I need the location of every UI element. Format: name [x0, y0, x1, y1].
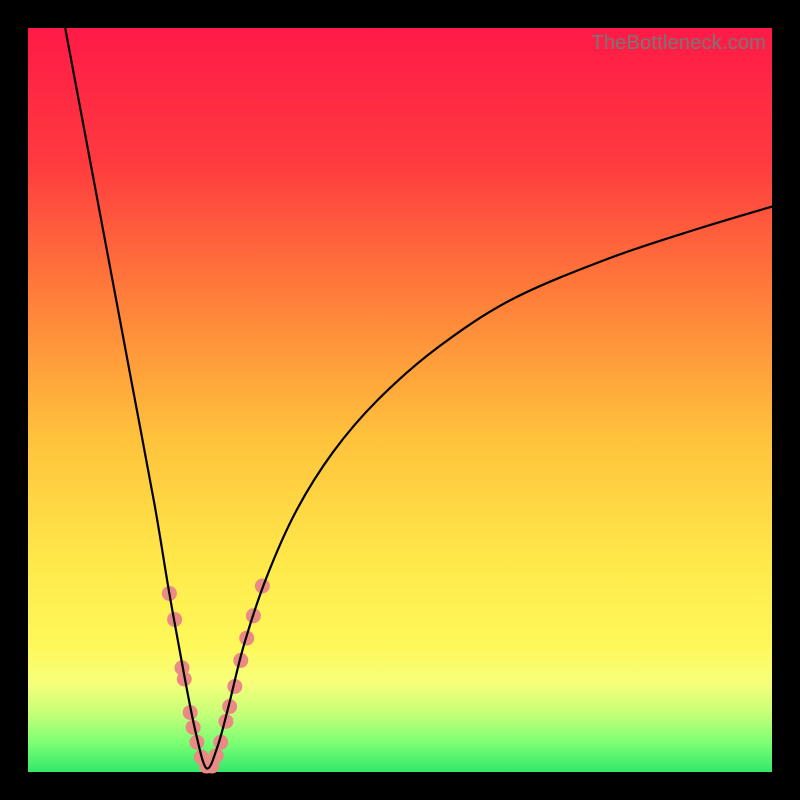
marker-group — [162, 579, 270, 774]
watermark-text: TheBottleneck.com — [591, 32, 766, 55]
plot-frame: TheBottleneck.com — [28, 28, 772, 772]
curve-layer — [28, 28, 772, 772]
plot-area: TheBottleneck.com — [28, 28, 772, 772]
bottleneck-curve — [65, 28, 772, 769]
